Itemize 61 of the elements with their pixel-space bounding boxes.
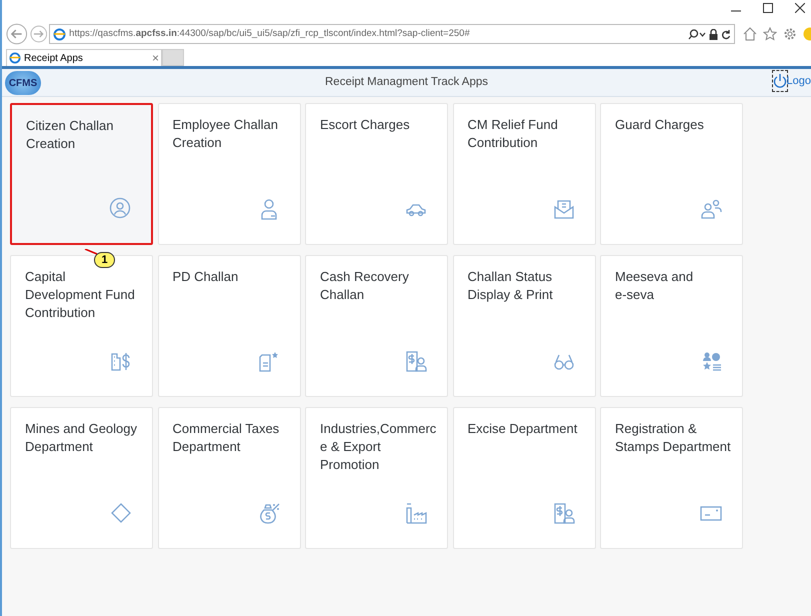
settings-icon[interactable] — [782, 27, 797, 41]
app-tile[interactable]: Citizen Challan Creation — [10, 103, 153, 245]
tile-title: Guard Charges — [615, 116, 705, 134]
tile-title: Registration & Stamps Department — [615, 420, 728, 456]
tile-title: Meeseva and e-seva — [615, 268, 694, 304]
tile-title: Escort Charges — [320, 116, 411, 134]
person-coin-list-icon — [700, 350, 722, 372]
receipt-person-icon — [405, 350, 427, 372]
app-tile[interactable]: Challan Status Display & Print — [452, 255, 596, 397]
tab-close-button[interactable]: × — [152, 52, 159, 64]
receipt-person-icon — [552, 502, 574, 524]
tile-title: Mines and Geology Department — [25, 420, 138, 456]
tile-title: Excise Department — [468, 420, 578, 438]
app-tile[interactable]: PD Challan — [158, 255, 300, 397]
url-text: https://qascfms.apcfss.in:44300/sap/bc/ui5_ui5/sap/zfi_rcp_tlscont/index.html?sap-client=250# — [69, 26, 471, 41]
address-bar[interactable]: https://qascfms.apcfss.in:44300/sap/bc/ui5_ui5/sap/zfi_rcp_tlscont/index.html?sap-client=250# — [49, 24, 735, 44]
search-icon[interactable] — [688, 28, 706, 40]
browser-tab[interactable]: Receipt Apps × — [6, 49, 162, 66]
forward-icon[interactable] — [30, 25, 48, 43]
header-title: Receipt Managment Track Apps — [325, 74, 488, 90]
tile-title: Challan Status Display & Print — [468, 268, 554, 304]
power-icon[interactable] — [772, 71, 787, 91]
tile-title: PD Challan — [172, 268, 240, 286]
app-tile[interactable]: Commercial Taxes Department — [158, 407, 300, 549]
app-tile[interactable]: Mines and Geology Department — [10, 407, 153, 549]
app-tile[interactable]: Escort Charges — [305, 103, 448, 245]
tile-title: Capital Development Fund Contribution — [25, 268, 136, 322]
tile-title: CM Relief Fund Contribution — [468, 116, 559, 152]
tile-title: Commercial Taxes Department — [172, 420, 280, 456]
globe-icon — [53, 28, 66, 40]
document-star-icon — [258, 350, 280, 372]
app-tile[interactable]: Cash Recovery Challan — [305, 255, 448, 397]
leader-line — [84, 249, 98, 255]
logoff-link[interactable]: Logo — [786, 72, 811, 90]
app-tile[interactable]: Meeseva and e-seva — [600, 255, 743, 397]
tile-title: Citizen Challan Creation — [26, 117, 114, 153]
tile-title: Cash Recovery Challan — [320, 268, 410, 304]
app-tile[interactable]: CM Relief Fund Contribution — [452, 103, 596, 245]
globe-icon — [9, 52, 21, 64]
back-icon[interactable] — [6, 23, 28, 45]
envelope-icon — [552, 198, 574, 220]
refresh-icon[interactable] — [720, 28, 731, 40]
diamond-icon — [110, 502, 132, 524]
lock-icon — [708, 28, 718, 40]
people-icon — [700, 198, 722, 220]
money-bag-percent-icon — [258, 502, 280, 524]
star-icon[interactable] — [762, 27, 777, 41]
logo: CFMS — [5, 71, 41, 95]
factory-icon — [405, 502, 427, 524]
close-icon[interactable] — [795, 3, 805, 13]
app-tile[interactable]: Guard Charges — [600, 103, 743, 245]
building-dollar-icon — [110, 350, 132, 372]
home-icon[interactable] — [742, 27, 757, 41]
person-circle-icon — [109, 197, 131, 219]
app-tile[interactable]: Registration & Stamps Department — [600, 407, 743, 549]
maximize-icon[interactable] — [763, 3, 773, 13]
tab-label: Receipt Apps — [24, 52, 84, 66]
app-tile[interactable]: Employee Challan Creation — [158, 103, 300, 245]
tile-title: Employee Challan Creation — [172, 116, 280, 152]
app-tile[interactable]: Industries,Commerc e & Export Promotion — [305, 407, 448, 549]
app-tile[interactable]: Excise Department — [452, 407, 596, 549]
